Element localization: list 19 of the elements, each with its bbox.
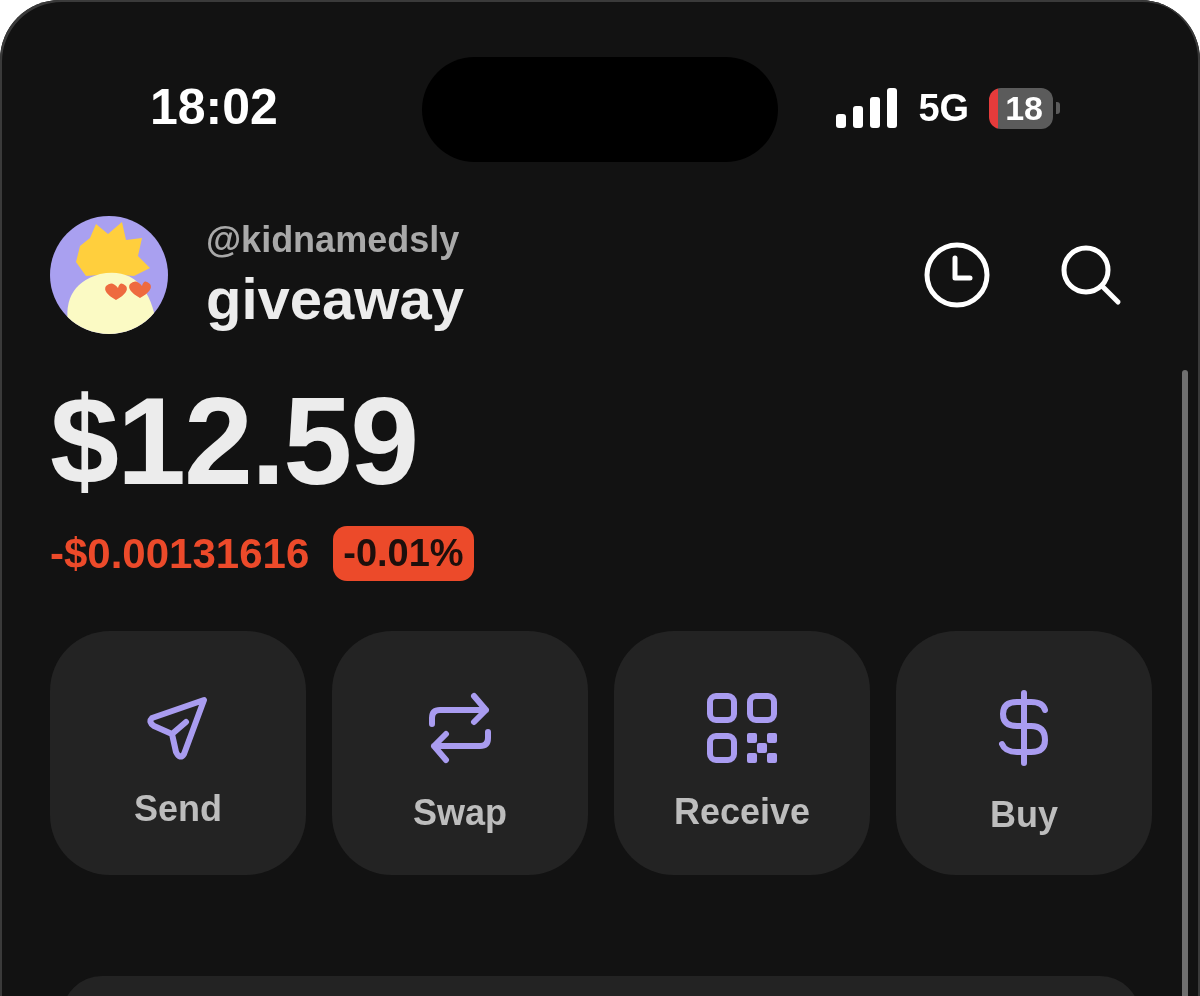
search-icon[interactable] xyxy=(1060,244,1122,306)
status-time: 18:02 xyxy=(150,78,279,136)
network-label: 5G xyxy=(918,86,970,130)
wallet-name: giveaway xyxy=(206,264,465,332)
send-action-button[interactable]: Send xyxy=(50,631,306,875)
swap-action-button[interactable]: Swap xyxy=(332,631,588,875)
dollar-sign-icon xyxy=(997,690,1051,766)
swap-arrows-icon xyxy=(428,692,492,764)
balance-change: -$0.00131616 xyxy=(50,529,310,578)
paper-plane-icon xyxy=(146,696,210,760)
receive-action-button[interactable]: Receive xyxy=(614,631,870,875)
qr-code-icon xyxy=(707,693,777,763)
signal-icon xyxy=(836,88,899,128)
username-handle: @kidnamedsly xyxy=(206,218,461,261)
history-clock-icon[interactable] xyxy=(924,242,990,308)
battery-indicator: 18 xyxy=(989,87,1060,129)
balance-amount: $12.59 xyxy=(50,371,419,512)
percent-change-badge: -0.01% xyxy=(333,526,474,581)
buy-action-button[interactable]: Buy xyxy=(896,631,1152,875)
